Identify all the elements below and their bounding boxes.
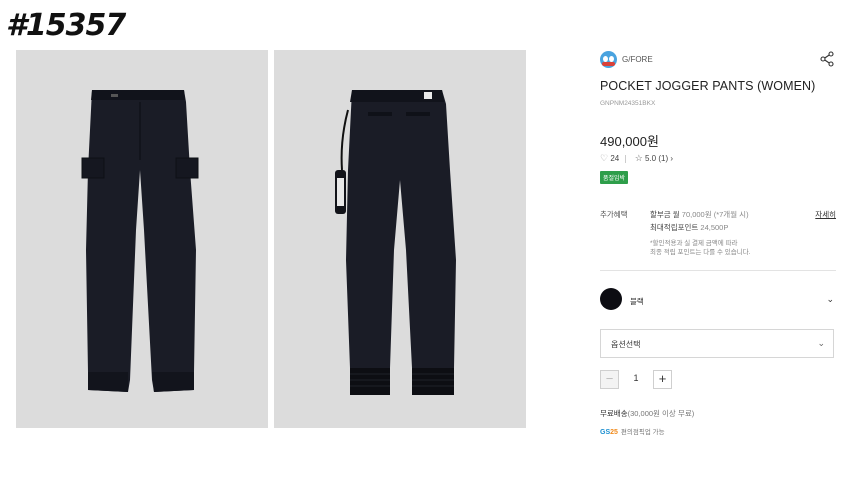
rating-value: 5.0 <box>645 154 657 163</box>
share-icon[interactable] <box>820 51 834 67</box>
product-code: GNPNM24351BKX <box>600 100 656 107</box>
free-shipping-label: 무료배송 <box>600 409 628 418</box>
section-divider <box>600 270 836 271</box>
product-image-front[interactable] <box>16 50 268 428</box>
benefits-note-line2: 최종 적립 포인트는 다를 수 있습니다. <box>650 249 751 256</box>
star-icon: ☆ <box>634 153 643 163</box>
product-title: POCKET JOGGER PANTS (WOMEN) <box>600 79 816 93</box>
chevron-down-icon[interactable]: ⌄ <box>826 294 834 305</box>
color-name: 블랙 <box>630 297 644 306</box>
option-select-dropdown[interactable]: 옵션선택 ⌄ <box>600 329 834 358</box>
listing-number-tag: #15357 <box>6 8 126 43</box>
quantity-value: 1 <box>633 373 639 383</box>
color-option-row[interactable]: 블랙 ⌄ <box>600 288 836 312</box>
decrease-quantity-button[interactable]: − <box>600 370 619 389</box>
pants-front-illustration <box>81 90 199 392</box>
heart-icon[interactable]: ♡ <box>600 153 608 164</box>
review-count[interactable]: (1) <box>658 154 668 163</box>
shipping-condition: (30,000원 이상 무료) <box>627 409 695 418</box>
pickup-info: GS25 편의점픽업 가능 <box>600 426 665 436</box>
color-swatch[interactable] <box>600 288 622 310</box>
meta-divider <box>625 154 627 163</box>
product-price: 490,000원 <box>600 134 659 149</box>
shipping-info: 무료배송(30,000원 이상 무료) <box>600 408 694 419</box>
chevron-down-icon: ⌄ <box>817 338 825 348</box>
option-select-placeholder: 옵션선택 <box>611 340 641 349</box>
installment-info: 할부금 월 70,000원 (*7개월 시) <box>650 209 749 220</box>
increase-quantity-button[interactable]: + <box>653 370 672 389</box>
product-meta: ♡ 24 ☆ 5.0 (1) › <box>600 153 673 164</box>
pickup-text: 편의점픽업 가능 <box>620 429 665 436</box>
brand-row: G/FORE <box>600 50 836 68</box>
like-count: 24 <box>610 154 620 163</box>
chevron-right-icon[interactable]: › <box>670 154 673 163</box>
installment-value: 70,000원 (*7개월 시) <box>681 210 749 219</box>
product-image-back[interactable] <box>274 50 526 428</box>
gs25-logo-icon: GS25 <box>600 429 618 436</box>
points-info: 최대적립포인트 24,500P <box>650 222 728 233</box>
status-badge: 품절임박 <box>600 171 629 184</box>
benefits-detail-link[interactable]: 자세히 <box>815 209 836 220</box>
points-label: 최대적립포인트 <box>650 223 699 232</box>
installment-label: 할부금 월 <box>650 210 680 219</box>
points-value: 24,500P <box>700 223 729 232</box>
pants-back-illustration <box>335 90 456 395</box>
brand-logo-icon[interactable] <box>600 51 617 68</box>
brand-name[interactable]: G/FORE <box>622 55 653 64</box>
benefits-label: 추가혜택 <box>600 210 628 219</box>
